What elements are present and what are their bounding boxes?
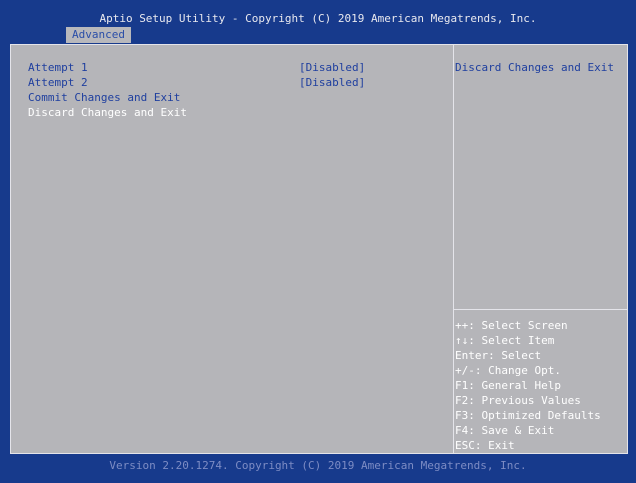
tab-advanced[interactable]: Advanced bbox=[66, 27, 131, 43]
header-title: Aptio Setup Utility - Copyright (C) 2019… bbox=[99, 12, 537, 25]
key-hint-previous-values: F2: Previous Values bbox=[455, 394, 581, 407]
key-hint-save-exit: F4: Save & Exit bbox=[455, 424, 555, 437]
menu-item-label: Attempt 2 bbox=[28, 76, 88, 89]
key-hint-esc-exit: ESC: Exit bbox=[455, 439, 515, 452]
menu-item-attempt-1[interactable]: Attempt 1 [Disabled] bbox=[28, 60, 448, 75]
help-divider-horizontal bbox=[454, 309, 627, 310]
menu-list: Attempt 1 [Disabled] Attempt 2 [Disabled… bbox=[28, 60, 448, 120]
menu-item-discard-changes-and-exit[interactable]: Discard Changes and Exit bbox=[28, 105, 448, 120]
menu-item-value[interactable]: [Disabled] bbox=[299, 60, 365, 75]
help-text: Discard Changes and Exit bbox=[455, 61, 614, 74]
menu-item-label: Commit Changes and Exit bbox=[28, 91, 181, 104]
key-hint-general-help: F1: General Help bbox=[455, 379, 561, 392]
menu-item-attempt-2[interactable]: Attempt 2 [Disabled] bbox=[28, 75, 448, 90]
key-hint-select-screen: ++: Select Screen bbox=[455, 319, 568, 332]
menu-item-label: Attempt 1 bbox=[28, 61, 88, 74]
menu-item-value[interactable]: [Disabled] bbox=[299, 75, 365, 90]
key-hint-select-item: ↑↓: Select Item bbox=[455, 334, 555, 347]
footer-version: Version 2.20.1274. Copyright (C) 2019 Am… bbox=[109, 459, 527, 472]
key-hint-optimized-defaults: F3: Optimized Defaults bbox=[455, 409, 601, 422]
key-hint-enter: Enter: Select bbox=[455, 349, 542, 362]
menu-item-label: Discard Changes and Exit bbox=[28, 106, 187, 119]
key-legend: ++: Select Screen ↑↓: Select Item Enter:… bbox=[455, 318, 625, 453]
main-panel: Attempt 1 [Disabled] Attempt 2 [Disabled… bbox=[10, 44, 628, 454]
menu-item-commit-changes-and-exit[interactable]: Commit Changes and Exit bbox=[28, 90, 448, 105]
bios-setup-screen: Aptio Setup Utility - Copyright (C) 2019… bbox=[0, 0, 636, 483]
panel-divider-vertical bbox=[453, 45, 454, 453]
key-hint-change-opt: +/-: Change Opt. bbox=[455, 364, 561, 377]
